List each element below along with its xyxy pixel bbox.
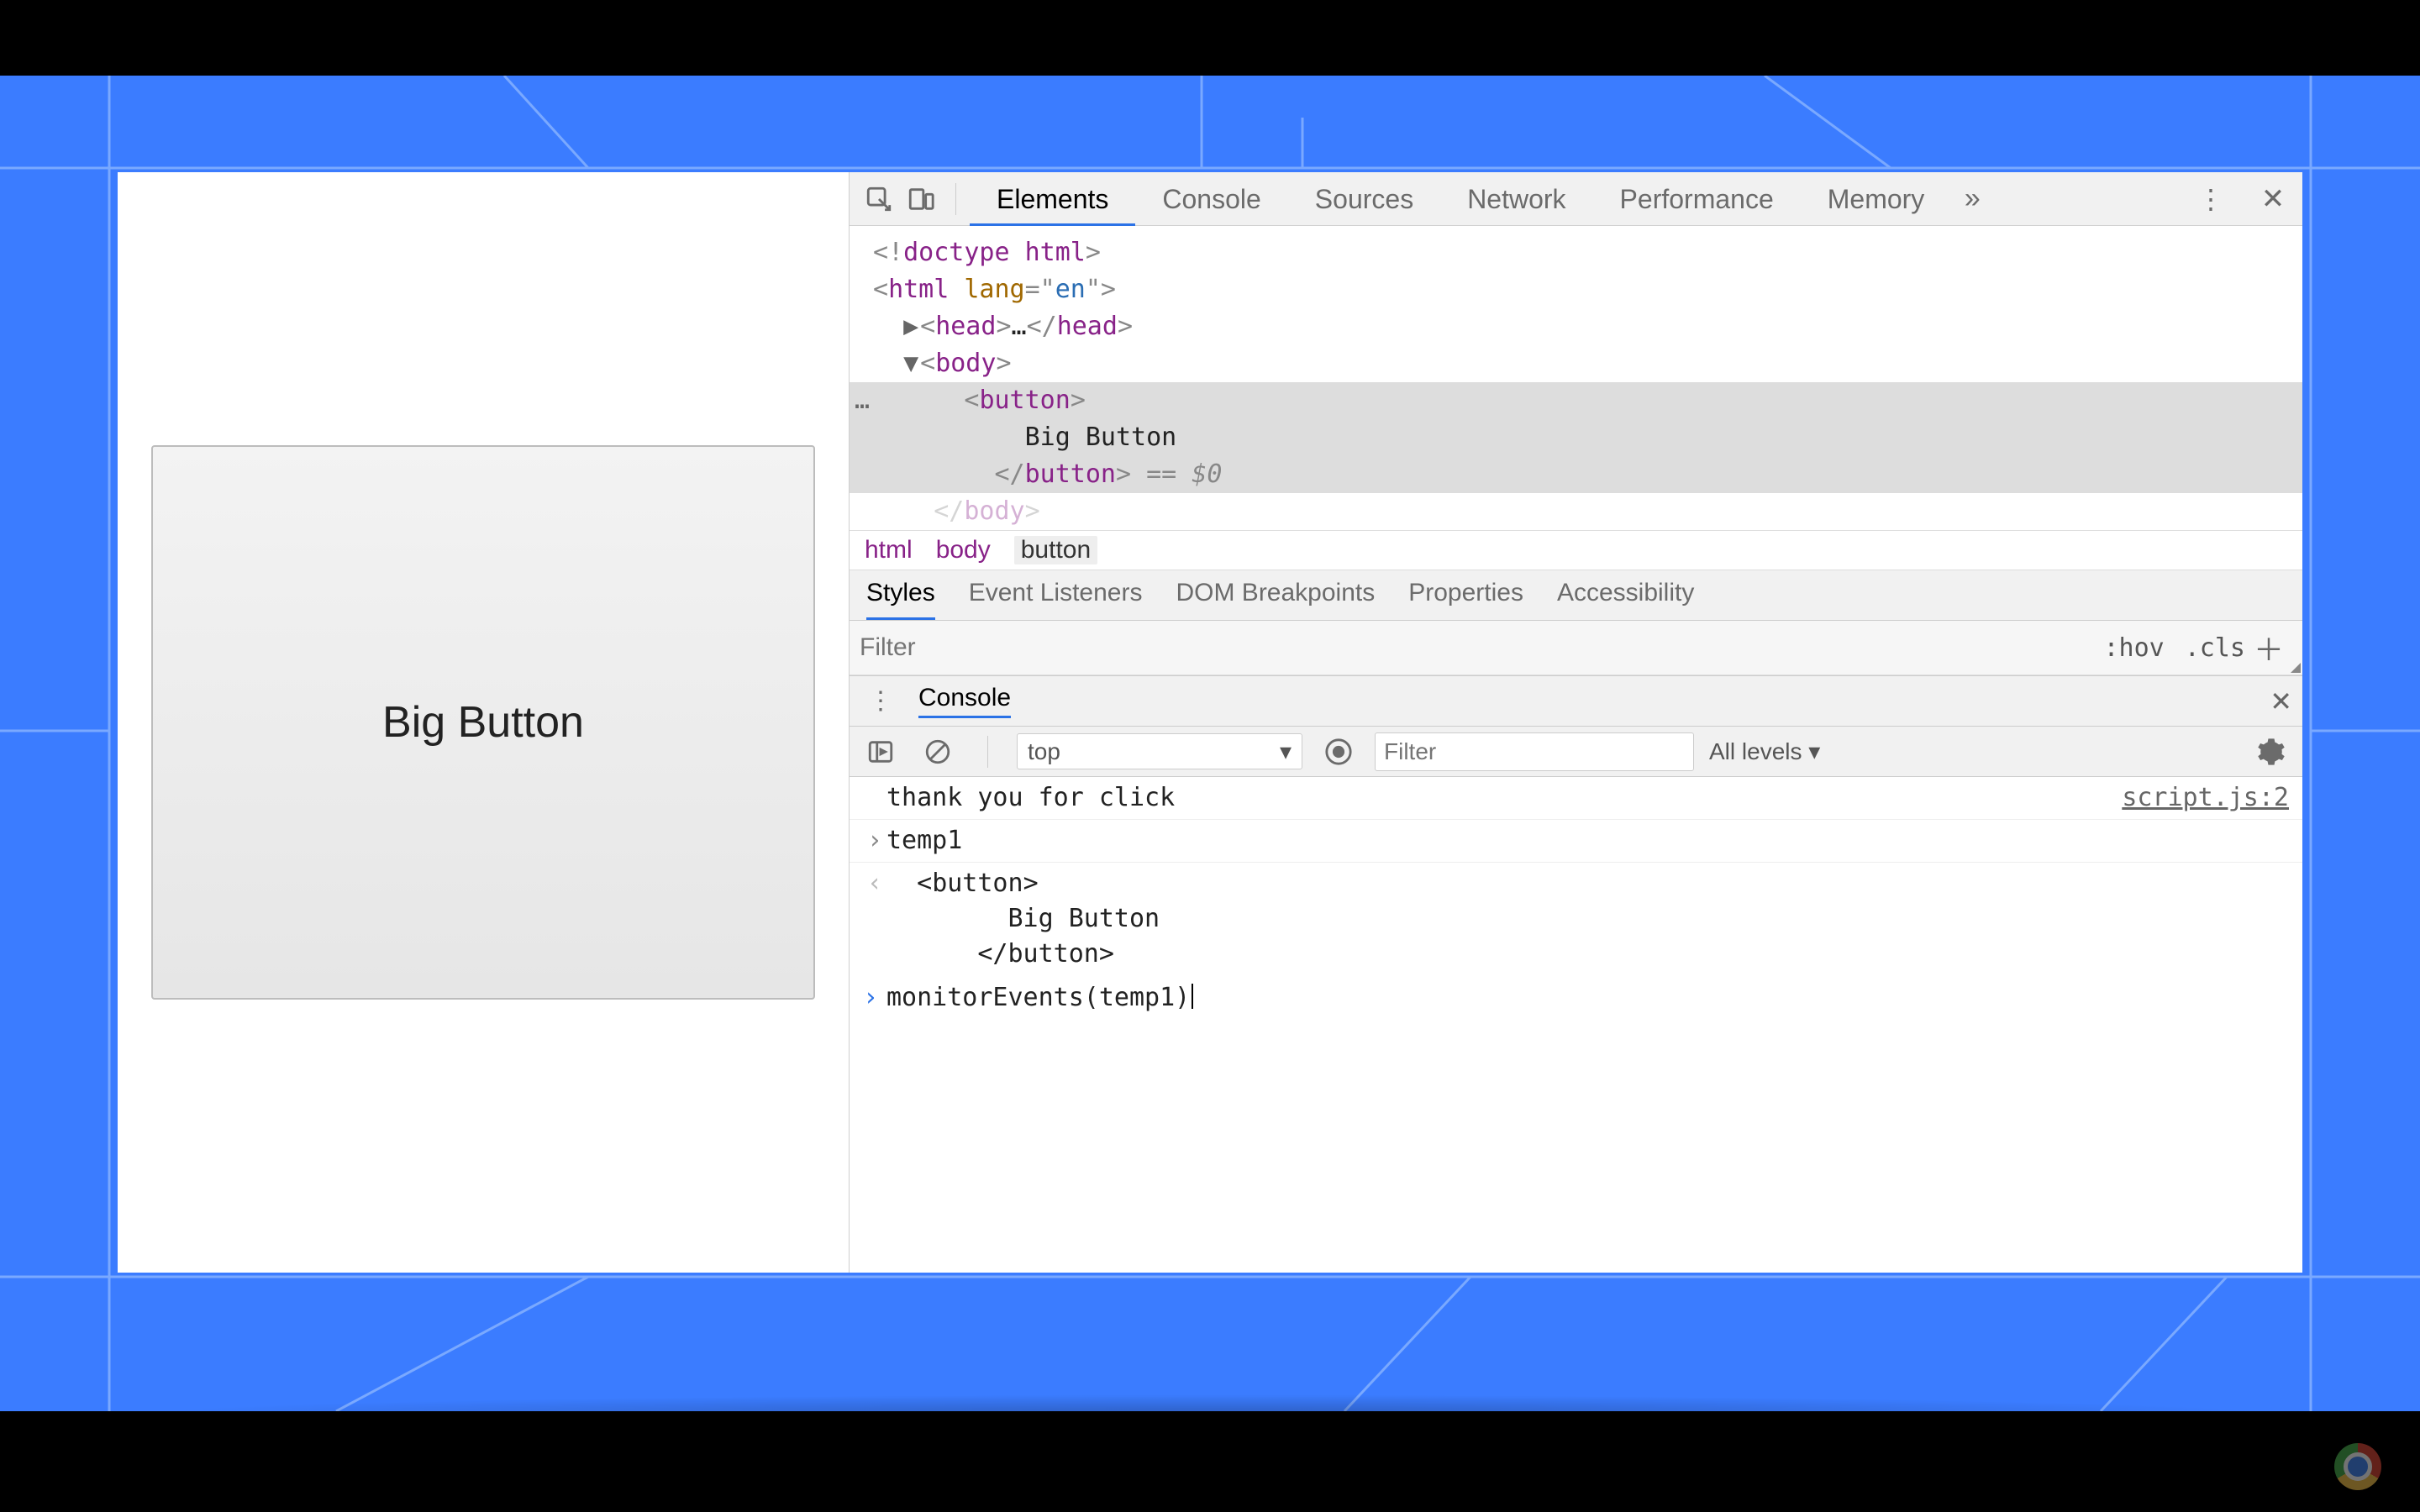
more-tabs-icon[interactable]: » xyxy=(1951,179,1993,219)
close-drawer-icon[interactable]: ✕ xyxy=(2270,685,2292,717)
big-button[interactable]: Big Button xyxy=(151,445,815,1000)
letterbox-bottom xyxy=(0,1411,2420,1512)
subtab-dom-breakpoints[interactable]: DOM Breakpoints xyxy=(1176,579,1375,620)
dom-tree[interactable]: <!doctype html> <html lang="en"> ▶<head>… xyxy=(850,226,2302,530)
console-log-source[interactable]: script.js:2 xyxy=(2122,780,2289,816)
console-history-entry: › temp1 xyxy=(850,820,2302,863)
close-devtools-icon[interactable]: ✕ xyxy=(2252,179,2294,219)
drawer-kebab-icon[interactable]: ⋮ xyxy=(860,681,902,722)
console-toolbar: top ▾ All levels ▾ xyxy=(850,727,2302,777)
console-drawer: ⋮ Console ✕ xyxy=(850,675,2302,1273)
styles-subtabs: Styles Event Listeners DOM Breakpoints P… xyxy=(850,570,2302,621)
console-context-select[interactable]: top ▾ xyxy=(1017,733,1302,769)
dom-selected-node[interactable]: … <button> Big Button </button> == $0 xyxy=(850,382,2302,493)
live-expressions-icon[interactable] xyxy=(1318,732,1360,772)
tab-network[interactable]: Network xyxy=(1440,172,1592,226)
styles-filter-input[interactable] xyxy=(860,633,2103,662)
subtab-accessibility[interactable]: Accessibility xyxy=(1557,579,1694,620)
rendered-page-pane: Big Button xyxy=(118,172,849,1273)
hov-toggle[interactable]: :hov xyxy=(2103,633,2164,663)
console-result: ‹ <button> Big Button </button> xyxy=(850,863,2302,975)
console-sidebar-toggle-icon[interactable] xyxy=(860,732,902,772)
clear-console-icon[interactable] xyxy=(917,732,959,772)
prompt-icon: › xyxy=(863,823,886,858)
console-filter-input[interactable] xyxy=(1375,732,1694,771)
device-toggle-icon[interactable] xyxy=(900,179,942,219)
result-icon: ‹ xyxy=(863,866,886,901)
crumb-body[interactable]: body xyxy=(936,536,991,564)
console-log-line: thank you for click script.js:2 xyxy=(850,777,2302,820)
chevron-down-icon: ▾ xyxy=(1280,738,1292,765)
console-body: thank you for click script.js:2 › temp1 … xyxy=(850,777,2302,1273)
crumb-button[interactable]: button xyxy=(1014,536,1097,564)
devtools-tabbar: Elements Console Sources Network Perform… xyxy=(850,172,2302,226)
subtab-event-listeners[interactable]: Event Listeners xyxy=(969,579,1143,620)
subtab-properties[interactable]: Properties xyxy=(1408,579,1523,620)
styles-filter-row: :hov .cls ＋ xyxy=(850,621,2302,675)
dom-breadcrumb[interactable]: html body button xyxy=(850,530,2302,570)
letterbox-top xyxy=(0,0,2420,76)
devtools-panel: Elements Console Sources Network Perform… xyxy=(849,172,2302,1273)
input-prompt-icon: › xyxy=(863,980,886,1016)
tab-console[interactable]: Console xyxy=(1135,172,1287,226)
tab-memory[interactable]: Memory xyxy=(1801,172,1952,226)
console-settings-icon[interactable] xyxy=(2250,732,2292,772)
console-input-text: monitorEvents(temp1) xyxy=(886,980,2289,1016)
console-context-value: top xyxy=(1028,738,1060,765)
new-style-rule-icon[interactable]: ＋ xyxy=(2245,626,2292,669)
console-drawer-title: Console xyxy=(918,684,1011,718)
tab-elements[interactable]: Elements xyxy=(970,172,1135,226)
crumb-html[interactable]: html xyxy=(865,536,913,564)
inspect-icon[interactable] xyxy=(858,179,900,219)
subtab-styles[interactable]: Styles xyxy=(866,579,935,620)
cls-toggle[interactable]: .cls xyxy=(2185,633,2245,663)
kebab-menu-icon[interactable]: ⋮ xyxy=(2190,179,2232,219)
console-input-line[interactable]: › monitorEvents(temp1) xyxy=(850,975,2302,1021)
chrome-logo-icon xyxy=(2334,1443,2381,1490)
content-area: Big Button Elements xyxy=(118,172,2302,1273)
tab-sources[interactable]: Sources xyxy=(1288,172,1440,226)
console-levels-select[interactable]: All levels ▾ xyxy=(1709,738,1820,765)
tab-performance[interactable]: Performance xyxy=(1593,172,1801,226)
